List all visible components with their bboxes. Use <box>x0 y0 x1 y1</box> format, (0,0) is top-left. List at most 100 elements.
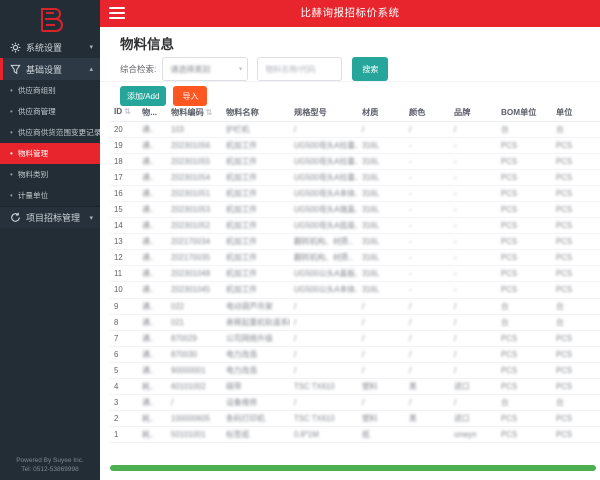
table-row[interactable]: 8 通.. 021 悬臂起重机轨道系统 / / / / 台台 <box>110 314 600 331</box>
table-cell: 2 <box>110 410 138 428</box>
table-row[interactable]: 9 通.. 022 电动葫芦吊架 / / / / 台台 <box>110 298 600 315</box>
table-cell: PCS <box>497 153 552 170</box>
sidebar-item-label: 供应商组别 <box>17 86 56 95</box>
table-cell: - <box>450 249 497 267</box>
table-cell: / <box>358 314 405 331</box>
sidebar-item-supplier-group[interactable]: • 供应商组别 <box>0 80 100 101</box>
table-cell: - <box>450 137 497 154</box>
sort-icon[interactable]: ⇅ <box>206 108 213 117</box>
table-row[interactable]: 15 通.. 202301053 机加工件 UG500母头A端盖.. 316L - - PCS P… <box>110 201 600 219</box>
sidebar-item-supply-scope-change-record[interactable]: • 供应商供货范围变更记录 <box>0 122 100 143</box>
sidebar-item-label: 物料管理 <box>17 149 49 158</box>
table-row[interactable]: 13 通.. 202170034 机加工件 翻转机构、材质.. 316L - - PCS PCS <box>110 233 600 251</box>
table-row[interactable]: 16 通.. 202301051 机加工件 UG500母头A本体.. 316L - - PCS P… <box>110 185 600 202</box>
table-cell: 翻转机构、材质.. <box>290 249 358 267</box>
table-row[interactable]: 11 通.. 202301048 机加工件 UG500公头A盖板.. 316L - - PCS P… <box>110 265 600 283</box>
column-header: 物料名称 <box>222 103 290 122</box>
search-input[interactable] <box>257 57 343 81</box>
category-select[interactable]: 请选择类别 ▾ <box>162 57 249 81</box>
table-cell: PCS <box>552 169 600 186</box>
sidebar-item-measure-unit[interactable]: • 计量单位 <box>0 185 100 206</box>
table-cell: 202301051 <box>167 185 222 202</box>
table-cell: 电动葫芦吊架 <box>222 298 290 315</box>
column-header[interactable]: ID ⇅ <box>110 103 138 122</box>
page-title: 物料信息 <box>120 37 174 52</box>
table-cell: / <box>450 362 497 380</box>
table-cell: 10 <box>110 281 138 299</box>
table-row[interactable]: 14 通.. 202301052 机加工件 UG500母头A底座.. 316L - - PCS P… <box>110 217 600 235</box>
footer-company: Powered By Suyee Inc. <box>16 457 84 464</box>
table-row[interactable]: 5 通.. 90000001 电力改造 / / / / PCS PCS <box>110 362 600 380</box>
chevron-up-icon: ▴ <box>89 66 93 73</box>
table-cell: 8 <box>110 314 138 331</box>
table-row[interactable]: 3 通.. / 设备维修 / / / / 台台 <box>110 394 600 412</box>
table-cell: - <box>405 201 450 219</box>
table-cell: PCS <box>552 201 600 219</box>
table-cell: PCS <box>552 233 600 251</box>
table-row[interactable]: 7 通.. 870029 公司网络升级 / / / / PCS PCS <box>110 330 600 347</box>
table-cell: PCS <box>497 378 552 396</box>
sidebar-item-project-bidding[interactable]: 项目招标管理 ▾ <box>0 206 100 228</box>
column-header[interactable]: 物料编码 ⇅ <box>167 103 222 122</box>
table-cell: 316L <box>358 233 405 251</box>
table-row[interactable]: 4 耗.. 60101002 碳带 TSC TX610 塑料黑进口 PCS PCS <box>110 378 600 396</box>
search-button[interactable]: 搜索 <box>352 57 389 81</box>
column-header: 单位 <box>552 103 600 122</box>
table-row[interactable]: 19 通.. 202301056 机加工件 UG500母头A柱塞.. 316L - - PCS P… <box>110 137 600 154</box>
table-row[interactable]: 20 通.. 103 护栏机 / / / / 台台 <box>110 121 600 138</box>
table-cell: - <box>450 281 497 299</box>
table-cell: 电力改造 <box>222 346 290 363</box>
table-cell: 202301055 <box>167 153 222 170</box>
table-cell: PCS <box>552 249 600 267</box>
table-cell: 通.. <box>138 217 167 235</box>
table-cell: - <box>405 185 450 202</box>
project-icon <box>9 212 21 224</box>
sidebar-item-material-category[interactable]: • 物料类别 <box>0 164 100 185</box>
sidebar-item-system-settings[interactable]: 系统设置 ▾ <box>0 36 100 58</box>
table-cell: / <box>358 362 405 380</box>
table-header-row: ID ⇅ 物... 物料编码 ⇅ 物料名称 规格型号 材质 颜色 品牌 BOM单位 单位 <box>110 103 600 122</box>
table-cell: 耗.. <box>138 410 167 428</box>
table-cell: PCS <box>552 217 600 235</box>
table-cell: / <box>450 121 497 138</box>
table-cell: UG500母头A底座.. <box>290 217 358 235</box>
table-cell: PCS <box>552 362 600 380</box>
table-cell: 机加工件 <box>222 281 290 299</box>
sidebar-item-basic-settings[interactable]: 基础设置 ▴ <box>0 58 100 80</box>
table-cell: - <box>450 233 497 251</box>
funnel-icon <box>9 63 21 75</box>
table-cell: 台 <box>552 298 600 315</box>
table-cell: 台 <box>552 121 600 138</box>
table-cell: 电力改造 <box>222 362 290 380</box>
table-cell: / <box>167 394 222 412</box>
table-cell: - <box>450 265 497 283</box>
table-cell: 台 <box>497 394 552 412</box>
table-cell: 台 <box>552 314 600 331</box>
table-cell: 碳带 <box>222 378 290 396</box>
sidebar-item-supplier-management[interactable]: • 供应商管理 <box>0 101 100 122</box>
table-cell: 202301054 <box>167 169 222 186</box>
table-cell: 316L <box>358 281 405 299</box>
sidebar-item-material-management[interactable]: • 物料管理 <box>0 143 100 164</box>
table-row[interactable]: 6 通.. 870030 电力改造 / / / / PCS PCS <box>110 346 600 363</box>
table-cell: 870029 <box>167 330 222 347</box>
table-cell: 0.8*1M <box>290 426 358 444</box>
table-cell: 202301045 <box>167 281 222 299</box>
materials-table: ID ⇅ 物... 物料编码 ⇅ 物料名称 规格型号 材质 颜色 品牌 BOM单位 单位 20 通.. 1… <box>110 103 600 444</box>
table-cell: 316L <box>358 265 405 283</box>
table-cell: UG500公头A盖板.. <box>290 265 358 283</box>
table-row[interactable]: 1 耗.. 50101001 标签纸 0.8*1M 纸 unwyn PCS PCS <box>110 426 600 444</box>
sidebar-item-label: 基础设置 <box>26 64 63 75</box>
column-header: 规格型号 <box>290 103 358 122</box>
sort-icon[interactable]: ⇅ <box>124 107 131 116</box>
table-row[interactable]: 10 通.. 202301045 机加工件 UG500公头A本体.. 316L - - PCS P… <box>110 281 600 299</box>
horizontal-scrollbar-thumb[interactable] <box>110 465 596 471</box>
table-cell: PCS <box>497 330 552 347</box>
table-row[interactable]: 12 通.. 202170035 机加工件 翻转机构、材质.. 316L - - PCS PCS <box>110 249 600 267</box>
table-row[interactable]: 17 通.. 202301054 机加工件 UG500母头A柱塞.. 316L - - PCS P… <box>110 169 600 186</box>
table-row[interactable]: 18 通.. 202301055 机加工件 UG500母头A柱塞.. 316L - - PCS P… <box>110 153 600 170</box>
table-cell: 12 <box>110 249 138 267</box>
sidebar-item-label: 供应商供货范围变更记录 <box>17 128 100 137</box>
table-row[interactable]: 2 耗.. 100000605 条码打印机 TSC TX610 塑料黑进口 PCS PCS <box>110 410 600 428</box>
table-cell: / <box>405 394 450 412</box>
